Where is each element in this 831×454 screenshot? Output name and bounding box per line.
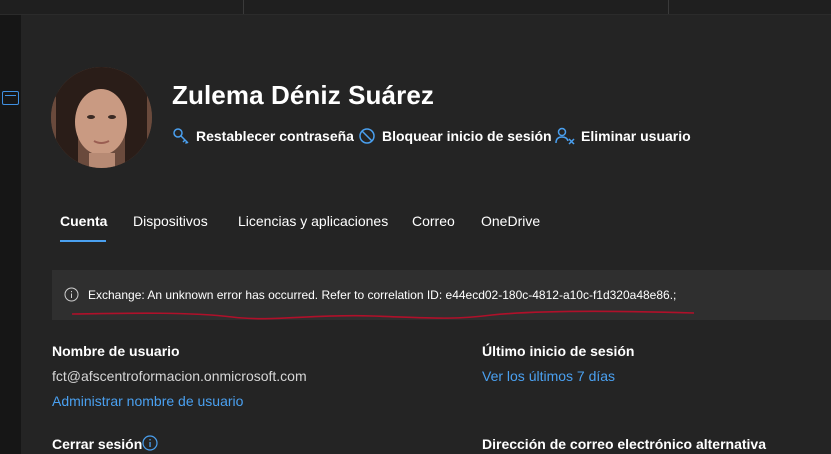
alt-email-heading: Dirección de correo electrónico alternat… <box>482 436 766 452</box>
reset-password-button[interactable]: Restablecer contraseña <box>172 126 354 146</box>
username-heading: Nombre de usuario <box>52 343 180 359</box>
card-icon[interactable] <box>2 91 19 105</box>
reset-password-label: Restablecer contraseña <box>196 128 354 144</box>
left-rail <box>0 15 21 454</box>
tab-account[interactable]: Cuenta <box>60 213 107 229</box>
info-icon <box>64 287 79 302</box>
tab-licenses-apps[interactable]: Licencias y aplicaciones <box>238 213 388 229</box>
block-signin-button[interactable]: Bloquear inicio de sesión <box>358 126 552 146</box>
error-message: Exchange: An unknown error has occurred.… <box>88 288 677 302</box>
signout-heading: Cerrar sesión <box>52 436 143 452</box>
top-bar-divider <box>668 0 669 14</box>
delete-user-label: Eliminar usuario <box>581 128 691 144</box>
last-signin-heading: Último inicio de sesión <box>482 343 635 359</box>
block-signin-label: Bloquear inicio de sesión <box>382 128 552 144</box>
avatar <box>51 67 152 168</box>
annotation-underline <box>72 310 695 320</box>
delete-user-button[interactable]: Eliminar usuario <box>555 126 691 146</box>
active-tab-indicator <box>60 240 106 242</box>
last-7-days-link[interactable]: Ver los últimos 7 días <box>482 368 615 384</box>
remove-user-icon <box>555 127 575 145</box>
manage-username-link[interactable]: Administrar nombre de usuario <box>52 393 243 409</box>
top-bar-divider <box>243 0 244 14</box>
info-icon[interactable] <box>142 435 158 451</box>
top-bar <box>0 0 831 15</box>
block-icon <box>359 128 375 144</box>
user-display-name: Zulema Déniz Suárez <box>172 80 434 110</box>
key-icon <box>173 128 189 145</box>
tab-mail[interactable]: Correo <box>412 213 455 229</box>
tab-onedrive[interactable]: OneDrive <box>481 213 540 229</box>
tab-devices[interactable]: Dispositivos <box>133 213 208 229</box>
username-value: fct@afscentroformacion.onmicrosoft.com <box>52 368 307 384</box>
